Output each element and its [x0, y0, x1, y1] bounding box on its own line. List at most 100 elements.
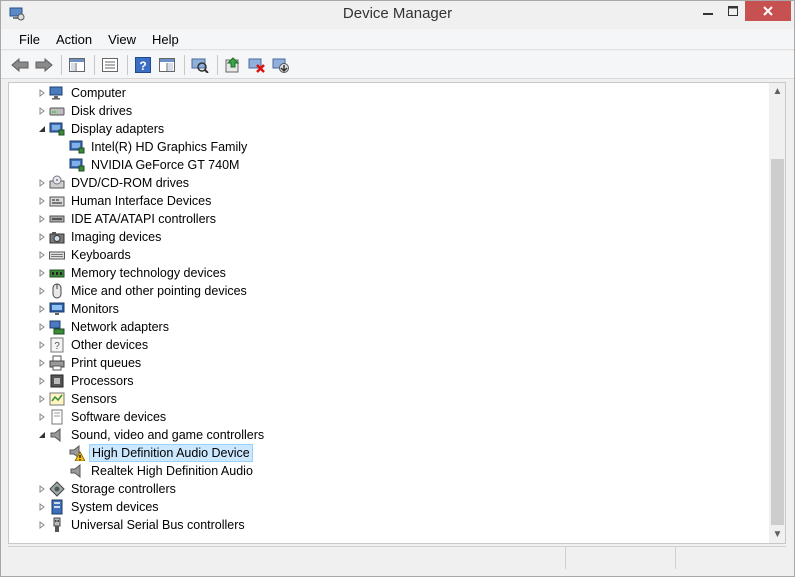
monitor-icon	[49, 301, 65, 317]
expand-icon[interactable]	[35, 300, 49, 318]
device-label: NVIDIA GeForce GT 740M	[91, 158, 240, 172]
device-label: Realtek High Definition Audio	[91, 464, 253, 478]
collapse-icon[interactable]	[35, 120, 49, 138]
menu-file[interactable]: File	[11, 29, 48, 50]
title-bar[interactable]: Device Manager	[1, 1, 794, 28]
action-pane-icon[interactable]	[156, 54, 178, 76]
device-category[interactable]: Human Interface Devices	[35, 192, 213, 210]
update-driver-icon[interactable]	[222, 54, 244, 76]
expand-icon[interactable]	[35, 372, 49, 390]
device-tree-pane[interactable]: Computer Disk drives Display adapters Intel…	[8, 82, 786, 544]
show-hide-console-tree-icon[interactable]	[66, 54, 88, 76]
expand-icon[interactable]	[35, 192, 49, 210]
minimize-button[interactable]	[695, 1, 721, 21]
device-item[interactable]: Realtek High Definition Audio	[55, 462, 255, 480]
uninstall-icon[interactable]	[246, 54, 268, 76]
device-item[interactable]: High Definition Audio Device	[55, 444, 253, 462]
device-category[interactable]: Universal Serial Bus controllers	[35, 516, 247, 534]
menu-help[interactable]: Help	[144, 29, 187, 50]
expand-icon[interactable]	[35, 264, 49, 282]
device-category[interactable]: IDE ATA/ATAPI controllers	[35, 210, 218, 228]
help-icon[interactable]: ?	[132, 54, 154, 76]
collapse-icon[interactable]	[35, 426, 49, 444]
disk-drive-icon	[49, 103, 65, 119]
speaker-icon	[69, 463, 85, 479]
device-category[interactable]: Mice and other pointing devices	[35, 282, 249, 300]
expand-icon[interactable]	[35, 84, 49, 102]
scrollbar-thumb[interactable]	[771, 159, 784, 525]
menu-bar: File Action View Help	[1, 29, 794, 50]
device-category[interactable]: Storage controllers	[35, 480, 178, 498]
maximize-button[interactable]	[721, 1, 745, 21]
menu-view[interactable]: View	[100, 29, 144, 50]
device-category[interactable]: Disk drives	[35, 102, 134, 120]
scroll-down-icon[interactable]: ▼	[769, 526, 785, 543]
device-label: Mice and other pointing devices	[71, 284, 247, 298]
expand-icon[interactable]	[35, 102, 49, 120]
device-category[interactable]: Imaging devices	[35, 228, 163, 246]
scan-hardware-icon[interactable]	[189, 54, 211, 76]
device-category[interactable]: Computer	[35, 84, 128, 102]
expand-icon[interactable]	[35, 516, 49, 534]
status-panel-main	[8, 547, 566, 569]
speaker-icon	[49, 427, 65, 443]
expand-icon[interactable]	[35, 480, 49, 498]
device-category[interactable]: Monitors	[35, 300, 121, 318]
device-category[interactable]: Memory technology devices	[35, 264, 228, 282]
device-label: Memory technology devices	[71, 266, 226, 280]
close-button[interactable]	[745, 1, 791, 21]
expand-icon[interactable]	[35, 390, 49, 408]
toolbar-separator	[94, 54, 95, 75]
device-category[interactable]: Keyboards	[35, 246, 133, 264]
expand-icon[interactable]	[35, 246, 49, 264]
vertical-scrollbar[interactable]: ▲ ▼	[769, 83, 785, 543]
device-label: Human Interface Devices	[71, 194, 212, 208]
device-label: DVD/CD-ROM drives	[71, 176, 190, 190]
disable-device-icon[interactable]	[270, 54, 292, 76]
device-category[interactable]: Software devices	[35, 408, 168, 426]
device-label: Storage controllers	[71, 482, 176, 496]
expand-icon[interactable]	[35, 228, 49, 246]
device-item[interactable]: NVIDIA GeForce GT 740M	[55, 156, 241, 174]
device-category[interactable]: Network adapters	[35, 318, 171, 336]
toolbar-separator	[61, 54, 62, 75]
expand-icon[interactable]	[35, 498, 49, 516]
device-category[interactable]: ? Other devices	[35, 336, 150, 354]
svg-text:?: ?	[139, 59, 146, 73]
system-device-icon	[49, 499, 65, 515]
device-category[interactable]: Processors	[35, 372, 136, 390]
network-icon	[49, 319, 65, 335]
expand-icon[interactable]	[35, 408, 49, 426]
display-adapter-icon	[69, 157, 85, 173]
menu-action[interactable]: Action	[48, 29, 100, 50]
back-icon[interactable]	[9, 54, 31, 76]
device-label: Processors	[71, 374, 134, 388]
expand-icon[interactable]	[35, 336, 49, 354]
device-label: Computer	[71, 86, 126, 100]
software-device-icon	[49, 409, 65, 425]
device-category[interactable]: Print queues	[35, 354, 143, 372]
device-category[interactable]: Sound, video and game controllers	[35, 426, 266, 444]
expand-icon[interactable]	[35, 174, 49, 192]
expand-icon[interactable]	[35, 210, 49, 228]
properties-icon[interactable]	[99, 54, 121, 76]
device-category[interactable]: Display adapters	[35, 120, 166, 138]
forward-icon[interactable]	[33, 54, 55, 76]
expand-icon[interactable]	[35, 282, 49, 300]
device-label: Sound, video and game controllers	[71, 428, 265, 442]
toolbar-separator	[217, 54, 218, 75]
device-item[interactable]: Intel(R) HD Graphics Family	[55, 138, 249, 156]
scroll-up-icon[interactable]: ▲	[769, 83, 785, 100]
expand-icon[interactable]	[35, 354, 49, 372]
status-panel-3	[676, 547, 784, 569]
storage-controller-icon	[49, 481, 65, 497]
status-panel-2	[566, 547, 676, 569]
expand-icon[interactable]	[35, 318, 49, 336]
device-category[interactable]: System devices	[35, 498, 161, 516]
hid-icon	[49, 193, 65, 209]
device-category[interactable]: Sensors	[35, 390, 119, 408]
device-category[interactable]: DVD/CD-ROM drives	[35, 174, 191, 192]
window-title: Device Manager	[342, 5, 453, 22]
mouse-icon	[49, 283, 65, 299]
device-label: System devices	[71, 500, 159, 514]
